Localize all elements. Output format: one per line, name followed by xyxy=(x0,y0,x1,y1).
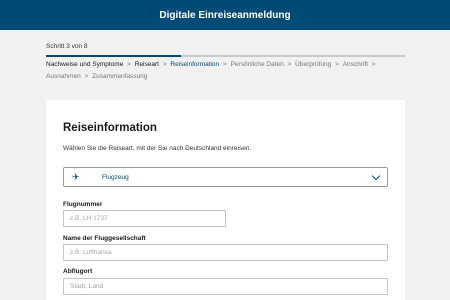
form-card: Reiseinformation Wählen Sie die Reiseart… xyxy=(46,100,405,300)
intro-text: Wählen Sie die Reiseart, mit der Sie nac… xyxy=(63,145,252,152)
progress-bar xyxy=(46,55,405,57)
page-title: Reiseinformation xyxy=(63,122,157,134)
travel-mode-value: Flugzeug xyxy=(102,173,129,181)
step-breadcrumb: Nachweise und Symptome > Reiseart > Reis… xyxy=(46,59,408,83)
step-indicator: Schritt 3 von 8 xyxy=(46,43,88,50)
breadcrumb-step: Persönliche Daten xyxy=(230,61,284,68)
breadcrumb-separator: > xyxy=(285,61,294,68)
chevron-down-icon xyxy=(371,171,381,180)
flight-number-label: Flugnummer xyxy=(63,201,103,208)
breadcrumb-step: Zusammenfassung xyxy=(92,73,148,80)
breadcrumb-separator: > xyxy=(333,61,341,68)
departure-input[interactable] xyxy=(63,278,388,295)
airline-input[interactable] xyxy=(63,244,388,261)
breadcrumb-step[interactable]: Nachweise und Symptome xyxy=(46,61,123,68)
breadcrumb-separator: > xyxy=(125,61,133,68)
breadcrumb-step: Reiseinformation xyxy=(170,61,220,68)
breadcrumb-separator: > xyxy=(82,73,91,80)
breadcrumb-step: Überprüfung xyxy=(295,61,332,68)
airline-label: Name der Fluggesellschaft xyxy=(63,235,146,242)
departure-label: Abflugort xyxy=(63,268,93,275)
breadcrumb-separator: > xyxy=(370,61,376,68)
travel-mode-select[interactable]: ✈ Flugzeug xyxy=(63,167,388,187)
flight-number-input[interactable] xyxy=(63,210,226,227)
progress-bar-fill xyxy=(46,55,181,57)
airplane-icon: ✈ xyxy=(72,171,80,182)
breadcrumb-step: Ausnahmen xyxy=(46,73,81,80)
breadcrumb-separator: > xyxy=(160,61,169,68)
breadcrumb-step[interactable]: Reiseart xyxy=(135,61,159,68)
app-title: Digitale Einreiseanmeldung xyxy=(159,9,291,21)
breadcrumb-step: Anschrift xyxy=(342,61,368,68)
app-header: Digitale Einreiseanmeldung xyxy=(0,0,450,30)
breadcrumb-separator: > xyxy=(221,61,229,68)
